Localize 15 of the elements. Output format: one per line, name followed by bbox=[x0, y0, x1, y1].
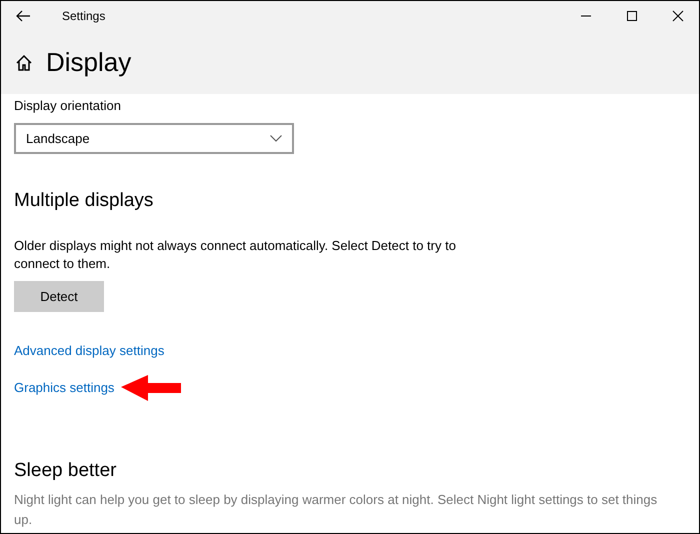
home-icon[interactable] bbox=[14, 52, 34, 72]
chevron-down-icon bbox=[270, 135, 282, 142]
page-title: Display bbox=[46, 47, 132, 78]
description-text: Night light can help you get to sleep by displaying warmer colors at night. Select Night light settings to set things up. bbox=[14, 491, 658, 529]
section-heading: Multiple displays bbox=[14, 190, 154, 212]
orientation-dropdown[interactable]: Landscape bbox=[14, 123, 294, 154]
field-label: Display orientation bbox=[14, 98, 122, 113]
settings-link[interactable]: Advanced display settings bbox=[14, 343, 164, 358]
arrow-icon bbox=[121, 374, 181, 402]
settings-link[interactable]: Graphics settings bbox=[14, 380, 114, 395]
description-text: Older displays might not always connect automatically. Select Detect to try to connect to them. bbox=[14, 237, 457, 273]
window-title: Settings bbox=[62, 9, 106, 23]
back-icon[interactable] bbox=[16, 10, 30, 22]
section-heading: Sleep better bbox=[14, 460, 118, 482]
detect-button[interactable]: Detect bbox=[14, 281, 104, 312]
